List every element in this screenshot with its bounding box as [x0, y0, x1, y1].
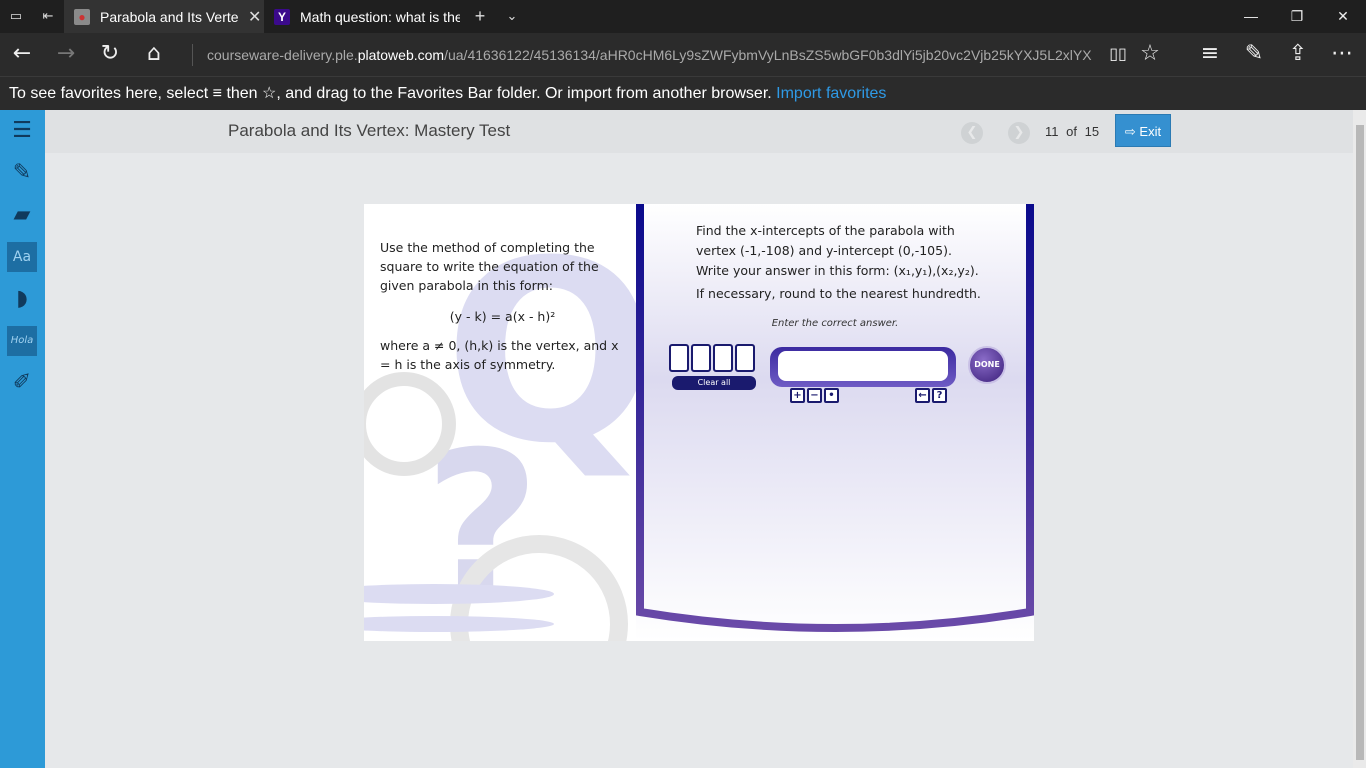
favorite-star-icon[interactable]: ☆ [1136, 41, 1164, 69]
yahoo-favicon-icon: Y [274, 8, 290, 25]
tab-parabola[interactable]: ● Parabola and Its Vertex: ✕ [64, 0, 264, 33]
done-button[interactable]: DONE [968, 346, 1006, 384]
question-line-1: Find the x-intercepts of the parabola wi… [696, 223, 955, 238]
share-icon[interactable]: ⇪ [1284, 41, 1312, 69]
sign-tools: + − • [790, 388, 839, 403]
explanation: where a ≠ 0, (h,k) is the vertex, and x … [380, 338, 619, 372]
fraction-button[interactable] [713, 344, 733, 372]
question-line-3: Write your answer in this form: (x₁,y₁),… [696, 263, 979, 278]
blank-box-button[interactable] [669, 344, 689, 372]
subscript-button[interactable] [735, 344, 755, 372]
folder-icon[interactable]: ▰ [7, 200, 37, 230]
next-icon[interactable]: ❯ [1008, 122, 1030, 144]
minus-button[interactable]: − [807, 388, 822, 403]
instructions-text: Use the method of completing the square … [380, 238, 625, 374]
home-icon[interactable]: ⌂ [140, 41, 168, 69]
previous-icon[interactable]: ❮ [961, 122, 983, 144]
plus-button[interactable]: + [790, 388, 805, 403]
refresh-icon[interactable]: ↻ [96, 41, 124, 69]
browser-tab-bar: ▭ ⇤ ● Parabola and Its Vertex: ✕ Y Math … [0, 0, 1366, 33]
address-bar-row: ← → ↻ ⌂ courseware-delivery.ple.platoweb… [0, 33, 1366, 76]
app-sidebar: ☰ ✎ ▰ Aa ◗ Hola ✐ [0, 110, 45, 768]
url-field[interactable]: courseware-delivery.ple.platoweb.com/ua/… [192, 44, 1092, 66]
app-header: Parabola and Its Vertex: Mastery Test ❮ … [45, 110, 1353, 153]
enter-answer-hint: Enter the correct answer. [771, 318, 899, 329]
backspace-button[interactable]: ← [915, 388, 930, 403]
page-title: Parabola and Its Vertex: Mastery Test [228, 121, 511, 140]
answer-pane: Find the x-intercepts of the parabola wi… [636, 204, 1034, 641]
vertical-scrollbar[interactable] [1353, 110, 1366, 768]
exit-icon: ⇨ [1124, 124, 1136, 139]
page-current: 11 [1045, 124, 1059, 139]
set-aside-tabs-icon[interactable]: ⇤ [40, 8, 56, 24]
page-total: 15 [1084, 124, 1100, 139]
tab-title: Parabola and Its Vertex: [100, 8, 238, 25]
question-text: Find the x-intercepts of the parabola wi… [696, 221, 1016, 304]
tab-title: Math question: what is the l [300, 8, 460, 25]
page-of: of [1066, 124, 1077, 139]
more-icon[interactable]: ⋯ [1328, 41, 1356, 69]
question-panel: Q ? Use the method of completing the squ… [364, 204, 1034, 641]
answer-field-frame [770, 347, 956, 387]
exit-label: Exit [1139, 124, 1162, 139]
text-to-speech-icon[interactable]: ◗ [7, 284, 37, 314]
tab-preview-chevron-icon[interactable]: ⌄ [504, 8, 520, 24]
back-icon[interactable]: ← [8, 41, 36, 69]
close-window-icon[interactable]: ✕ [1320, 0, 1366, 33]
minimize-icon[interactable]: — [1228, 0, 1274, 33]
instructions-pane: Q ? Use the method of completing the squ… [364, 204, 636, 641]
fraction-tools [669, 344, 755, 372]
question-line-4: If necessary, round to the nearest hundr… [696, 286, 981, 301]
close-tab-icon[interactable]: ✕ [248, 7, 261, 27]
exponent-button[interactable] [691, 344, 711, 372]
exit-button[interactable]: ⇨ Exit [1115, 114, 1171, 147]
import-favorites-link[interactable]: Import favorites [776, 85, 886, 102]
url-prefix: courseware-delivery.ple. [207, 47, 358, 63]
menu-list-icon[interactable]: ☰ [7, 116, 37, 146]
forward-icon[interactable]: → [52, 41, 80, 69]
new-tab-icon[interactable]: + [472, 7, 488, 25]
web-note-icon[interactable]: ✎ [1240, 41, 1268, 69]
dot-button[interactable]: • [824, 388, 839, 403]
edit-tools: ← ? [915, 388, 947, 403]
tab-manager-icon[interactable]: ▭ [8, 8, 24, 24]
plato-favicon-icon: ● [74, 8, 90, 25]
favorites-message: To see favorites here, select ≡ then ☆, … [9, 85, 772, 102]
edit-notes-icon[interactable]: ✎ [7, 158, 37, 188]
instructions: Use the method of completing the square … [380, 240, 599, 293]
dictionary-icon[interactable]: Aa [7, 242, 37, 272]
url-domain: platoweb.com [357, 47, 445, 63]
favorites-bar: To see favorites here, select ≡ then ☆, … [0, 76, 1366, 110]
tab-math-question[interactable]: Y Math question: what is the l [264, 0, 464, 33]
reading-view-icon[interactable]: ▯▯ [1104, 41, 1132, 69]
help-button[interactable]: ? [932, 388, 947, 403]
restore-icon[interactable]: ❐ [1274, 0, 1320, 33]
vertex-form-formula: (y - k) = a(x - h)² [449, 309, 556, 324]
question-line-2: vertex (-1,-108) and y-intercept (0,-105… [696, 243, 952, 258]
answer-input[interactable] [778, 351, 948, 381]
scroll-thumb[interactable] [1356, 125, 1364, 760]
translate-icon[interactable]: Hola [7, 326, 37, 356]
hub-icon[interactable]: ≡ [1196, 41, 1224, 69]
page-counter: 11 of 15 [1045, 124, 1099, 139]
url-path: /ua/41636122/45136134/aHR0cHM6Ly9sZWFybm… [444, 47, 1092, 63]
highlighter-icon[interactable]: ✐ [7, 368, 37, 398]
clear-all-button[interactable]: Clear all [672, 376, 756, 390]
